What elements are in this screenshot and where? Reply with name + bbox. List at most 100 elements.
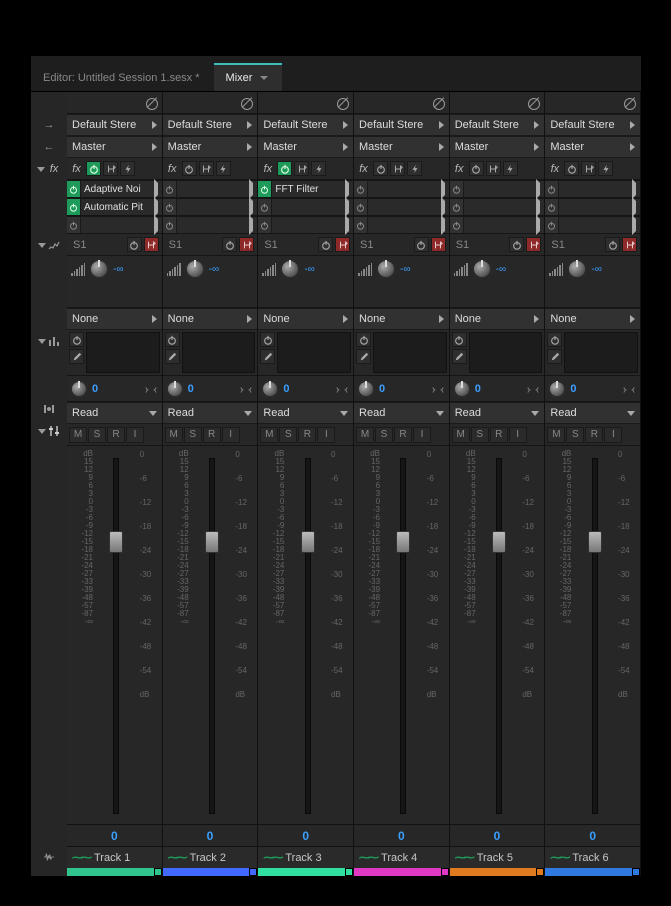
fx-lightning-button[interactable]	[216, 161, 231, 176]
automation-section-toggle[interactable]	[31, 420, 67, 442]
fx-prepost-button[interactable]	[294, 161, 309, 176]
track-color-swatch[interactable]	[632, 868, 640, 876]
fx-slot[interactable]	[545, 198, 640, 216]
solo-button[interactable]: S	[471, 427, 489, 443]
eq-power-button[interactable]	[260, 332, 275, 347]
output-dropdown[interactable]: Master	[354, 136, 449, 158]
tab-mixer[interactable]: Mixer	[214, 63, 283, 91]
fx-slot[interactable]	[545, 180, 640, 198]
fader-track[interactable]	[305, 458, 311, 814]
eq-edit-button[interactable]	[69, 349, 84, 364]
automation-mode-dropdown[interactable]: Read	[163, 402, 258, 424]
input-dropdown[interactable]: Default Stere	[545, 114, 640, 136]
send-prepost-button[interactable]	[144, 237, 159, 252]
sends-section-toggle[interactable]	[31, 234, 67, 256]
eq-graph[interactable]	[182, 332, 256, 373]
record-button[interactable]: R	[298, 427, 316, 443]
fx-slot-power[interactable]	[450, 217, 464, 233]
mute-button[interactable]: M	[260, 427, 278, 443]
tab-menu-icon[interactable]	[260, 76, 268, 80]
automation-mode-dropdown[interactable]: Read	[258, 402, 353, 424]
fx-prepost-button[interactable]	[390, 161, 405, 176]
eq-edit-button[interactable]	[356, 349, 371, 364]
mute-button[interactable]: M	[547, 427, 565, 443]
automation-mode-dropdown[interactable]: Read	[67, 402, 162, 424]
fx-slot[interactable]	[163, 198, 258, 216]
fader-track[interactable]	[496, 458, 502, 814]
fx-slot[interactable]	[163, 216, 258, 234]
fx-slot[interactable]	[354, 198, 449, 216]
track-name-row[interactable]: ⁓⁓ Track 1	[67, 846, 162, 868]
eq-edit-button[interactable]	[260, 349, 275, 364]
output-dropdown[interactable]: Master	[163, 136, 258, 158]
fx-power-button[interactable]	[86, 161, 101, 176]
mono-stereo-icon[interactable]	[144, 96, 158, 110]
fader-track[interactable]	[592, 458, 598, 814]
fx-slot-power[interactable]	[354, 199, 368, 215]
fader-handle[interactable]	[109, 531, 123, 553]
volume-readout[interactable]: 0	[450, 824, 545, 846]
record-button[interactable]: R	[585, 427, 603, 443]
fx-slot[interactable]	[67, 216, 162, 234]
fx-slot[interactable]	[354, 216, 449, 234]
send-prepost-button[interactable]	[239, 237, 254, 252]
send-power-button[interactable]	[605, 237, 620, 252]
send-dest-dropdown[interactable]: None	[67, 308, 162, 330]
fx-lightning-button[interactable]	[407, 161, 422, 176]
record-button[interactable]: R	[394, 427, 412, 443]
fx-slot[interactable]	[258, 198, 353, 216]
input-dropdown[interactable]: Default Stere	[450, 114, 545, 136]
eq-edit-button[interactable]	[452, 349, 467, 364]
mute-button[interactable]: M	[69, 427, 87, 443]
send-prepost-button[interactable]	[431, 237, 446, 252]
fx-prepost-button[interactable]	[581, 161, 596, 176]
fx-section-toggle[interactable]: fx	[31, 158, 67, 180]
fader-handle[interactable]	[492, 531, 506, 553]
automation-mode-dropdown[interactable]: Read	[450, 402, 545, 424]
track-color-swatch[interactable]	[249, 868, 257, 876]
fx-slot[interactable]	[545, 216, 640, 234]
fx-power-button[interactable]	[277, 161, 292, 176]
fx-slot-power[interactable]	[258, 199, 272, 215]
fx-prepost-button[interactable]	[486, 161, 501, 176]
volume-readout[interactable]: 0	[258, 824, 353, 846]
pan-knob[interactable]	[261, 380, 279, 398]
fx-slot-power[interactable]	[354, 181, 368, 197]
eq-graph[interactable]	[277, 332, 351, 373]
pan-knob[interactable]	[357, 380, 375, 398]
fx-slot-power[interactable]	[545, 199, 559, 215]
mono-stereo-icon[interactable]	[622, 96, 636, 110]
fader-handle[interactable]	[396, 531, 410, 553]
eq-power-button[interactable]	[165, 332, 180, 347]
send-dest-dropdown[interactable]: None	[258, 308, 353, 330]
send-knob[interactable]	[472, 259, 492, 279]
record-button[interactable]: R	[107, 427, 125, 443]
track-name-row[interactable]: ⁓⁓ Track 2	[163, 846, 258, 868]
track-name-row[interactable]: ⁓⁓ Track 4	[354, 846, 449, 868]
track-color-swatch[interactable]	[536, 868, 544, 876]
solo-button[interactable]: S	[88, 427, 106, 443]
send-knob[interactable]	[185, 259, 205, 279]
fx-slot-power[interactable]	[67, 199, 81, 215]
input-monitor-button[interactable]: I	[413, 427, 431, 443]
fader-handle[interactable]	[205, 531, 219, 553]
input-monitor-button[interactable]: I	[317, 427, 335, 443]
volume-readout[interactable]: 0	[354, 824, 449, 846]
record-button[interactable]: R	[203, 427, 221, 443]
output-dropdown[interactable]: Master	[258, 136, 353, 158]
mono-stereo-icon[interactable]	[239, 96, 253, 110]
fx-slot[interactable]	[163, 180, 258, 198]
pan-knob[interactable]	[453, 380, 471, 398]
fx-slot-power[interactable]	[163, 217, 177, 233]
eq-graph[interactable]	[86, 332, 160, 373]
output-dropdown[interactable]: Master	[450, 136, 545, 158]
fx-slot-power[interactable]	[67, 181, 81, 197]
input-monitor-button[interactable]: I	[126, 427, 144, 443]
solo-button[interactable]: S	[184, 427, 202, 443]
stereo-width-icon[interactable]	[336, 384, 350, 394]
fx-prepost-button[interactable]	[199, 161, 214, 176]
fx-slot[interactable]: Adaptive Noi	[67, 180, 162, 198]
track-color-swatch[interactable]	[345, 868, 353, 876]
volume-readout[interactable]: 0	[67, 824, 162, 846]
fx-slot-power[interactable]	[545, 181, 559, 197]
